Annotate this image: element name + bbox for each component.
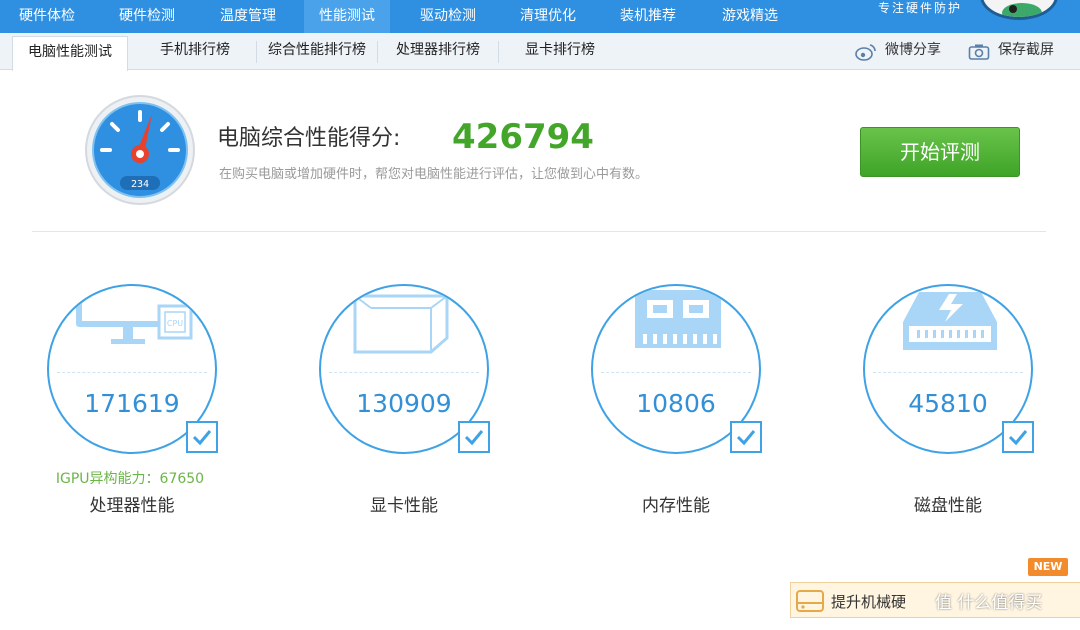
gpu-performance-tile[interactable]: 130909 显卡性能 <box>316 281 496 521</box>
score-description: 在购买电脑或增加硬件时，帮您对电脑性能进行评估，让您做到心中有数。 <box>219 167 649 182</box>
section-divider <box>32 231 1046 232</box>
ring-dashed-line <box>329 372 479 373</box>
app-window: 硬件体检 硬件检测 温度管理 性能测试 驱动检测 清理优化 装机推荐 游戏精选 … <box>0 0 1080 630</box>
disk-checkbox[interactable] <box>1002 421 1034 453</box>
sub-nav: 电脑性能测试 手机排行榜 综合性能排行榜 处理器排行榜 显卡排行榜 微博分享 保… <box>0 33 1080 71</box>
speed-gauge-icon: 234 <box>84 92 196 210</box>
save-screenshot-label: 保存截屏 <box>998 42 1054 58</box>
tab-games[interactable]: 游戏精选 <box>700 0 800 33</box>
site-watermark: 值 什么值得买 <box>935 593 1043 613</box>
mascot-logo <box>980 0 1058 20</box>
subtab-cpu-ranking[interactable]: 处理器排行榜 <box>380 33 496 70</box>
tab-temperature[interactable]: 温度管理 <box>200 0 296 33</box>
subtab-phone-ranking[interactable]: 手机排行榜 <box>140 33 250 70</box>
tab-hardware-checkup[interactable]: 硬件体检 <box>0 0 94 33</box>
promo-text: 提升机械硬 <box>831 593 907 611</box>
tab-hardware-detect[interactable]: 硬件检测 <box>100 0 194 33</box>
ring-dashed-line <box>601 372 751 373</box>
tab-performance-test[interactable]: 性能测试 <box>304 0 390 33</box>
weibo-icon <box>855 44 876 61</box>
ring-dashed-line <box>57 372 207 373</box>
checkmark-icon <box>464 430 484 446</box>
cpu-performance-label: 处理器性能 <box>89 496 175 516</box>
total-score: 426794 <box>452 117 594 157</box>
subnav-separator <box>498 41 499 63</box>
gpu-performance-label: 显卡性能 <box>370 496 438 516</box>
memory-score: 10806 <box>636 389 716 418</box>
igpu-score: IGPU异构能力：67650 <box>55 471 205 487</box>
subtab-overall-ranking[interactable]: 综合性能排行榜 <box>260 33 374 70</box>
checkmark-icon <box>192 430 212 446</box>
cpu-score: 171619 <box>84 389 180 418</box>
checkmark-icon <box>1008 430 1028 446</box>
start-test-button[interactable]: 开始评测 <box>860 127 1020 177</box>
disk-performance-label: 磁盘性能 <box>914 496 982 516</box>
new-badge: NEW <box>1028 558 1068 576</box>
gpu-checkbox[interactable] <box>458 421 490 453</box>
cpu-performance-tile[interactable]: CPU 171619 IGPU异构能力：67650 处理器性能 <box>44 281 224 521</box>
tab-driver-detect[interactable]: 驱动检测 <box>400 0 496 33</box>
tab-build-recommend[interactable]: 装机推荐 <box>600 0 696 33</box>
subtab-pc-performance-test[interactable]: 电脑性能测试 <box>12 36 128 71</box>
brand-slogan: 专注硬件防护 <box>877 1 962 15</box>
checkmark-icon <box>736 430 756 446</box>
weibo-share-label: 微博分享 <box>885 42 941 58</box>
memory-checkbox[interactable] <box>730 421 762 453</box>
main-nav: 硬件体检 硬件检测 温度管理 性能测试 驱动检测 清理优化 装机推荐 游戏精选 … <box>0 0 1080 33</box>
gauge-readout: 234 <box>131 179 149 190</box>
camera-icon <box>968 44 990 60</box>
memory-performance-label: 内存性能 <box>642 496 710 516</box>
memory-performance-tile[interactable]: 10806 内存性能 <box>588 281 768 521</box>
disk-performance-tile[interactable]: 45810 磁盘性能 <box>860 281 1040 521</box>
gpu-score: 130909 <box>356 389 452 418</box>
subnav-separator <box>377 41 378 63</box>
disk-drive-icon <box>796 590 824 612</box>
weibo-share-button[interactable]: 微博分享 <box>855 33 955 70</box>
cpu-checkbox[interactable] <box>186 421 218 453</box>
score-label: 电脑综合性能得分: <box>217 126 401 151</box>
cpu-chip-badge: CPU <box>167 319 183 328</box>
subtab-gpu-ranking[interactable]: 显卡排行榜 <box>502 33 618 70</box>
save-screenshot-button[interactable]: 保存截屏 <box>968 33 1068 70</box>
ring-dashed-line <box>873 372 1023 373</box>
disk-score: 45810 <box>908 389 988 418</box>
tab-clean-optimize[interactable]: 清理优化 <box>500 0 596 33</box>
subnav-separator <box>256 41 257 63</box>
